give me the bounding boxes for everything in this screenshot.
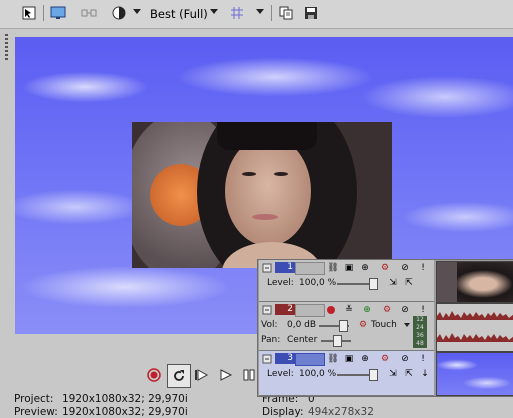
vol-value: 0,0 dB xyxy=(287,320,317,330)
automation-settings-icon[interactable]: ⚙ xyxy=(379,262,391,274)
preview-quality-select[interactable]: Best (Full) xyxy=(150,7,208,21)
display-value: 494x278x32 xyxy=(308,406,374,418)
toolbar-divider xyxy=(43,5,44,21)
level-value: 100,0 % xyxy=(299,278,337,288)
automation-dropdown-icon[interactable] xyxy=(404,323,410,327)
mute-icon[interactable]: ⊘ xyxy=(399,304,411,316)
external-monitor-icon[interactable] xyxy=(49,4,67,22)
audio-level-meter: 12 24 36 48 xyxy=(413,316,427,348)
compositing-mode-icon[interactable]: ⛓ xyxy=(327,353,339,365)
audio-track-2-header[interactable]: 2 ≚ ⊕ ⚙ ⊘ ! Vol: 0,0 dB ⚙ Touch Pan: Cen… xyxy=(259,302,434,351)
project-value: 1920x1080x32; 29,970i xyxy=(62,393,188,405)
save-snapshot-icon[interactable] xyxy=(302,4,320,22)
mute-icon[interactable]: ⊘ xyxy=(399,353,411,365)
track-name-field[interactable] xyxy=(295,353,325,366)
grid-dropdown-icon[interactable] xyxy=(256,9,264,14)
level-value: 100,0 % xyxy=(299,369,337,379)
video-preview-properties-icon[interactable] xyxy=(20,4,38,22)
mute-icon[interactable]: ⊘ xyxy=(399,262,411,274)
level-label: Level: xyxy=(267,278,294,288)
meter-tick-label: 36 xyxy=(416,332,424,339)
copy-snapshot-icon[interactable] xyxy=(277,4,295,22)
track-minimize-icon[interactable] xyxy=(261,353,273,365)
video-track-1-header[interactable]: 1 ⛓ ▣ ⊕ ⚙ ⊘ ! Level: 100,0 % ⇲ ⇱ xyxy=(259,260,434,302)
track-name-field[interactable] xyxy=(295,304,325,317)
solo-icon[interactable]: ! xyxy=(417,353,429,365)
display-label: Display: xyxy=(262,406,304,418)
track-motion-icon[interactable]: ▣ xyxy=(343,262,355,274)
automation-settings-icon[interactable]: ⚙ xyxy=(381,304,393,316)
project-label: Project: xyxy=(14,393,54,405)
overlays-icon[interactable] xyxy=(110,4,128,22)
automation-settings-icon[interactable]: ⚙ xyxy=(379,353,391,365)
track-name-field[interactable] xyxy=(295,262,325,275)
meter-tick-label: 12 xyxy=(416,316,424,323)
track-number: 1 xyxy=(275,262,295,273)
toolbar-divider xyxy=(271,5,272,21)
track-fx-icon[interactable]: ⊕ xyxy=(361,304,373,316)
vol-label: Vol: xyxy=(261,320,278,330)
composite-child-icon[interactable]: ⇲ xyxy=(387,368,399,380)
split-screen-icon[interactable] xyxy=(80,4,98,22)
overlays-dropdown-icon[interactable] xyxy=(133,9,141,14)
solo-icon[interactable]: ! xyxy=(417,304,429,316)
pan-slider-knob[interactable] xyxy=(333,335,342,347)
track-motion-icon[interactable]: ▣ xyxy=(343,353,355,365)
track-minimize-icon[interactable] xyxy=(261,262,273,274)
video-track-3-header[interactable]: 3 ⛓ ▣ ⊕ ⚙ ⊘ ! Level: 100,0 % ⇲ ⇱ ↓ xyxy=(259,351,434,396)
make-compositing-parent-icon[interactable]: ⇱ xyxy=(403,277,415,289)
level-slider-knob[interactable] xyxy=(369,369,378,381)
level-slider-knob[interactable] xyxy=(369,278,378,290)
level-label: Level: xyxy=(267,369,294,379)
solo-icon[interactable]: ! xyxy=(417,262,429,274)
grid-icon[interactable] xyxy=(228,4,246,22)
meter-tick-label: 24 xyxy=(416,324,424,331)
preview-toolbar: Best (Full) xyxy=(0,0,513,29)
preview-quality-dropdown-icon[interactable] xyxy=(210,9,218,14)
loop-playback-button[interactable] xyxy=(167,364,191,388)
timeline-tracks-panel: 1 ⛓ ▣ ⊕ ⚙ ⊘ ! Level: 100,0 % ⇲ ⇱ 2 ≚ ⊕ ⚙… xyxy=(257,259,513,397)
track-envelope-icon[interactable]: ≚ xyxy=(343,304,355,316)
automation-mode-select[interactable]: Touch xyxy=(371,320,397,330)
track-fx-icon[interactable]: ⊕ xyxy=(359,262,371,274)
volume-slider-knob[interactable] xyxy=(339,320,348,332)
preview-value: 1920x1080x32; 29,970i xyxy=(62,406,188,418)
pause-button[interactable] xyxy=(240,366,258,384)
track-number: 2 xyxy=(275,304,295,315)
compositing-mode-icon[interactable]: ⛓ xyxy=(327,262,339,274)
composite-child-icon[interactable]: ⇲ xyxy=(387,277,399,289)
pan-value: Center xyxy=(287,335,318,345)
automation-mode-icon[interactable]: ⚙ xyxy=(357,319,369,331)
video-frame-image xyxy=(132,122,392,268)
audio-track-2-waveform[interactable] xyxy=(436,303,513,352)
play-from-start-button[interactable] xyxy=(193,366,211,384)
preview-label: Preview: xyxy=(14,406,58,418)
meter-tick-label: 48 xyxy=(416,340,424,347)
arrow-down-icon[interactable]: ↓ xyxy=(419,368,431,380)
make-compositing-parent-icon[interactable]: ⇱ xyxy=(403,368,415,380)
video-track-1-thumbnail[interactable] xyxy=(436,261,513,303)
toolbar-grip-handle[interactable] xyxy=(5,34,8,60)
record-button[interactable] xyxy=(145,366,163,384)
arm-for-record-icon[interactable] xyxy=(325,304,337,316)
track-number: 3 xyxy=(275,353,295,364)
play-button[interactable] xyxy=(217,366,235,384)
video-track-3-thumbnail[interactable] xyxy=(436,352,513,396)
pan-label: Pan: xyxy=(261,335,281,345)
track-fx-icon[interactable]: ⊕ xyxy=(359,353,371,365)
track-minimize-icon[interactable] xyxy=(261,304,273,316)
